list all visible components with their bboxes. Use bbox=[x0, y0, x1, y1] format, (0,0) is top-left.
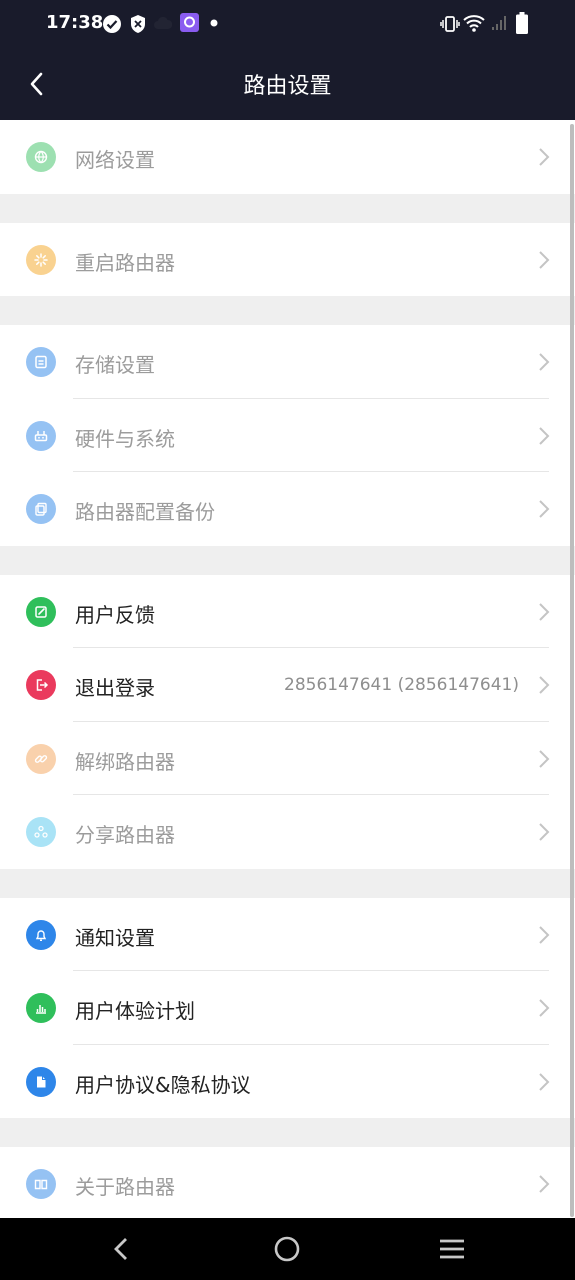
shield-icon bbox=[131, 15, 145, 33]
settings-row-label: 通知设置 bbox=[75, 925, 155, 950]
settings-group: 存储设置硬件与系统路由器配置备份 bbox=[0, 325, 575, 546]
page-title: 路由设置 bbox=[243, 74, 332, 99]
app-notification-icon bbox=[180, 13, 199, 32]
settings-row-label: 用户体验计划 bbox=[75, 999, 195, 1023]
router-icon bbox=[26, 420, 56, 451]
settings-group: 重启路由器 bbox=[0, 222, 575, 297]
settings-row-value: 2856147641 (2856147641) bbox=[284, 675, 519, 695]
settings-row[interactable]: 重启路由器 bbox=[0, 223, 575, 297]
settings-row-label: 解绑路由器 bbox=[75, 749, 175, 774]
system-nav-bar bbox=[0, 1218, 575, 1280]
settings-group: 用户反馈退出登录 2856147641 (2856147641) 解绑路由器分享路由… bbox=[0, 574, 575, 869]
signal-icon bbox=[492, 16, 506, 30]
chevron-right-icon bbox=[539, 353, 550, 371]
settings-group: 网络设置 bbox=[0, 120, 575, 194]
settings-group: 通知设置用户体验计划用户协议&隐私协议 bbox=[0, 897, 575, 1119]
chevron-right-icon bbox=[539, 1072, 550, 1091]
chevron-right-icon bbox=[539, 602, 550, 621]
chevron-right-icon bbox=[539, 500, 550, 518]
chevron-right-icon bbox=[539, 250, 550, 269]
settings-row[interactable]: 网络设置 bbox=[0, 120, 575, 194]
app-header: 路由设置 bbox=[0, 48, 575, 120]
chart-icon bbox=[26, 993, 56, 1023]
settings-row-label: 用户反馈 bbox=[75, 602, 155, 627]
settings-row-label: 用户协议&隐私协议 bbox=[75, 1072, 251, 1097]
chevron-right-icon bbox=[539, 999, 550, 1017]
settings-group: 关于路由器 bbox=[0, 1147, 575, 1221]
restart-icon bbox=[26, 244, 56, 275]
settings-row-label: 退出登录 bbox=[75, 676, 155, 700]
settings-row[interactable]: 关于路由器 bbox=[0, 1147, 575, 1221]
cloud-icon bbox=[154, 17, 172, 29]
document-icon bbox=[26, 1066, 56, 1097]
settings-row-label: 分享路由器 bbox=[75, 823, 175, 847]
settings-row[interactable]: 通知设置 bbox=[0, 898, 575, 972]
check-circle-icon bbox=[103, 15, 121, 33]
settings-row[interactable]: 路由器配置备份 bbox=[0, 472, 575, 546]
chevron-right-icon bbox=[539, 426, 550, 445]
scrollbar[interactable] bbox=[570, 124, 574, 1217]
settings-row-label: 网络设置 bbox=[75, 148, 155, 172]
share-icon bbox=[26, 817, 56, 847]
nav-menu-icon[interactable] bbox=[438, 1235, 466, 1263]
bell-icon bbox=[26, 919, 56, 950]
settings-row-label: 存储设置 bbox=[75, 353, 155, 377]
chevron-right-icon bbox=[539, 148, 550, 166]
settings-row-label: 硬件与系统 bbox=[75, 426, 175, 451]
settings-row[interactable]: 用户反馈 bbox=[0, 575, 575, 649]
chevron-right-icon bbox=[539, 749, 550, 768]
chevron-right-icon bbox=[539, 676, 550, 694]
settings-row[interactable]: 用户体验计划 bbox=[0, 971, 575, 1045]
status-bar: 17:38 bbox=[0, 0, 575, 48]
chevron-right-icon bbox=[539, 925, 550, 944]
storage-icon bbox=[26, 347, 56, 377]
settings-row[interactable]: 硬件与系统 bbox=[0, 399, 575, 473]
link-icon bbox=[26, 743, 56, 774]
nav-home-icon[interactable] bbox=[273, 1235, 301, 1263]
settings-row-label: 关于路由器 bbox=[75, 1175, 175, 1199]
status-time: 17:38 bbox=[46, 12, 104, 33]
backup-icon bbox=[26, 494, 56, 524]
settings-row[interactable]: 解绑路由器 bbox=[0, 722, 575, 796]
settings-row-label: 路由器配置备份 bbox=[75, 500, 215, 524]
globe-icon bbox=[26, 142, 56, 172]
book-icon bbox=[26, 1169, 56, 1199]
logout-icon bbox=[26, 670, 56, 700]
nav-back-icon[interactable] bbox=[108, 1235, 136, 1263]
dot-icon bbox=[210, 19, 218, 27]
vibrate-icon bbox=[440, 16, 460, 32]
chevron-right-icon bbox=[539, 823, 550, 841]
wifi-icon bbox=[463, 15, 485, 32]
settings-row[interactable]: 存储设置 bbox=[0, 325, 575, 399]
settings-row[interactable]: 用户协议&隐私协议 bbox=[0, 1045, 575, 1119]
settings-row-label: 重启路由器 bbox=[75, 250, 175, 275]
settings-list: 网络设置重启路由器存储设置硬件与系统路由器配置备份 用户反馈退出登录 2856147… bbox=[0, 120, 575, 1250]
settings-row[interactable]: 退出登录 2856147641 (2856147641) bbox=[0, 648, 575, 722]
chevron-right-icon bbox=[539, 1175, 550, 1193]
edit-icon bbox=[26, 596, 56, 627]
battery-icon bbox=[516, 12, 528, 34]
settings-row[interactable]: 分享路由器 bbox=[0, 795, 575, 869]
